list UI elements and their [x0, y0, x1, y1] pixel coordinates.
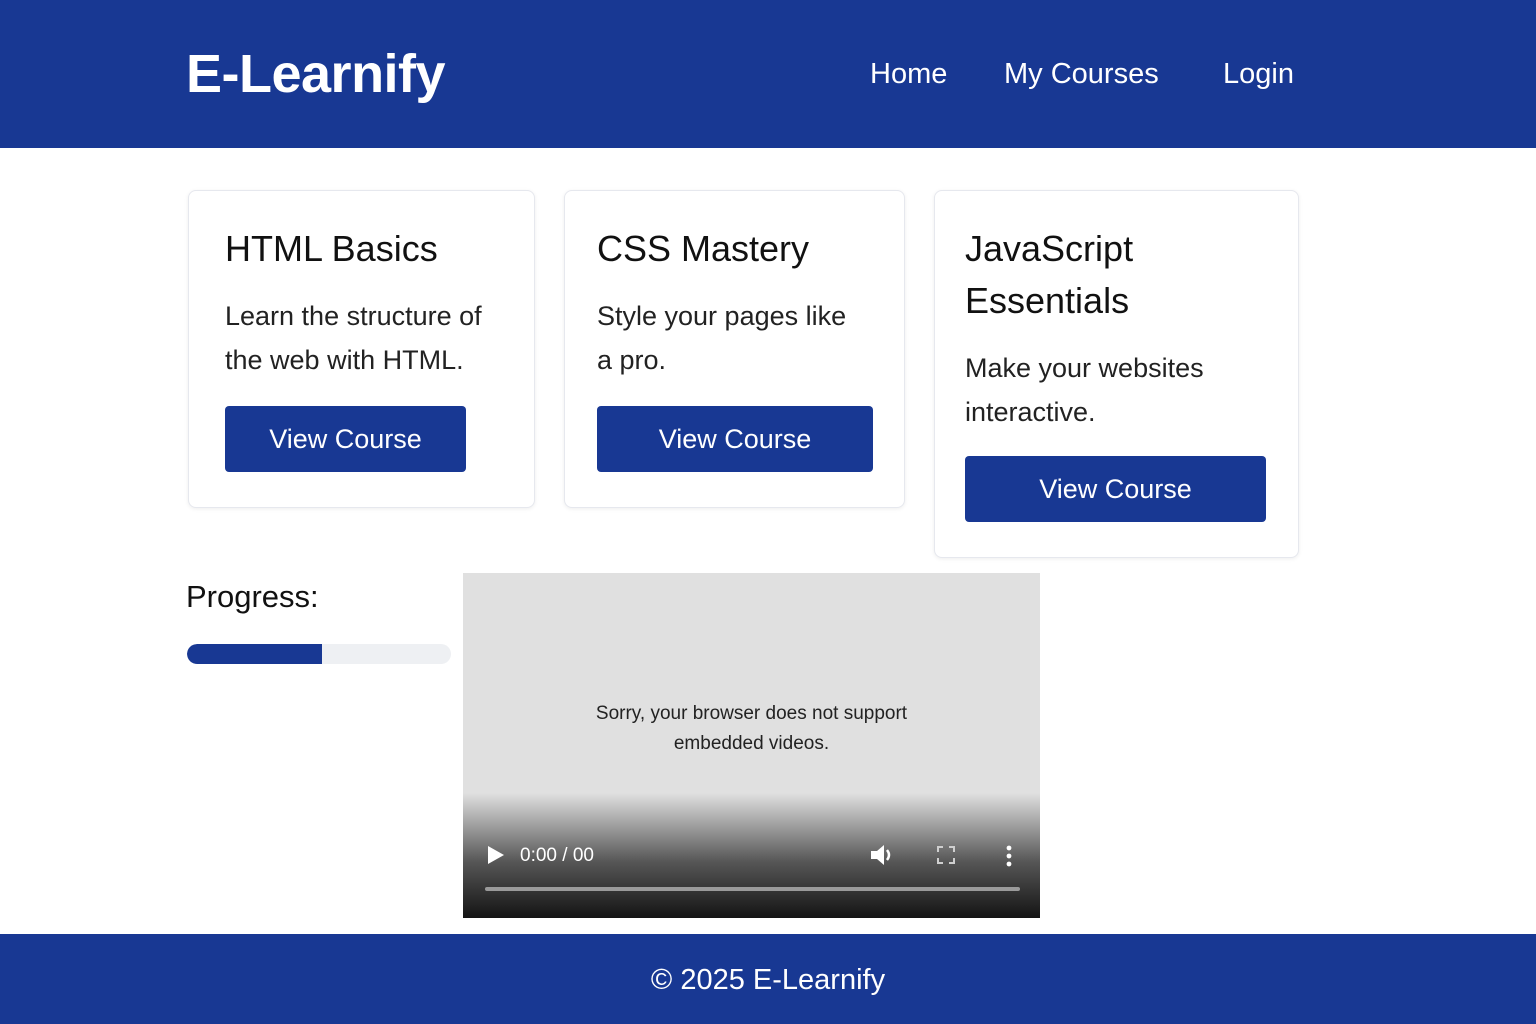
course-title: JavaScript Essentials	[965, 223, 1133, 327]
view-course-button[interactable]: View Course	[225, 406, 466, 472]
volume-icon[interactable]	[869, 842, 897, 868]
course-card-javascript: JavaScript Essentials Make your websites…	[934, 190, 1299, 558]
more-options-icon[interactable]	[1001, 844, 1017, 868]
course-description-line: Learn the structure of	[225, 301, 482, 331]
site-logo[interactable]: E-Learnify	[186, 42, 446, 106]
view-course-button[interactable]: View Course	[965, 456, 1266, 522]
view-course-button[interactable]: View Course	[597, 406, 873, 472]
course-card-css: CSS Mastery Style your pages like a pro.…	[564, 190, 905, 508]
video-fallback-line: Sorry, your browser does not support	[595, 703, 908, 724]
course-description-line: a pro.	[597, 345, 667, 375]
course-description: Make your websites interactive.	[965, 346, 1265, 434]
video-seek-bar[interactable]	[485, 887, 1020, 891]
progress-bar-fill	[187, 644, 322, 664]
course-title: HTML Basics	[225, 228, 438, 269]
footer-copyright: © 2025 E-Learnify	[650, 964, 886, 996]
play-icon[interactable]	[486, 845, 506, 865]
video-time-display: 0:00 / 00	[520, 845, 594, 866]
video-fallback-message: Sorry, your browser does not support emb…	[463, 699, 1040, 759]
fullscreen-icon[interactable]	[936, 845, 956, 865]
course-title-line: JavaScript	[965, 228, 1134, 269]
progress-bar	[187, 644, 451, 664]
nav-my-courses-link[interactable]: My Courses	[1004, 55, 1159, 93]
course-description: Learn the structure of the web with HTML…	[225, 294, 525, 382]
course-description-line: Style your pages like	[597, 301, 847, 331]
nav-login-link[interactable]: Login	[1223, 55, 1294, 93]
course-description-line: the web with HTML.	[225, 345, 464, 375]
site-header: E-Learnify Home My Courses Login	[0, 0, 1536, 148]
course-description: Style your pages like a pro.	[597, 294, 887, 382]
video-player[interactable]: Sorry, your browser does not support emb…	[463, 573, 1040, 918]
video-fallback-line: embedded videos.	[673, 733, 830, 754]
course-title: CSS Mastery	[597, 228, 810, 269]
course-description-line: Make your websites	[965, 353, 1204, 383]
course-title-line: Essentials	[965, 280, 1130, 321]
site-footer: © 2025 E-Learnify	[0, 934, 1536, 1024]
course-card-html: HTML Basics Learn the structure of the w…	[188, 190, 535, 508]
course-description-line: interactive.	[965, 397, 1096, 427]
nav-home-link[interactable]: Home	[870, 55, 947, 93]
progress-label: Progress:	[186, 579, 319, 614]
